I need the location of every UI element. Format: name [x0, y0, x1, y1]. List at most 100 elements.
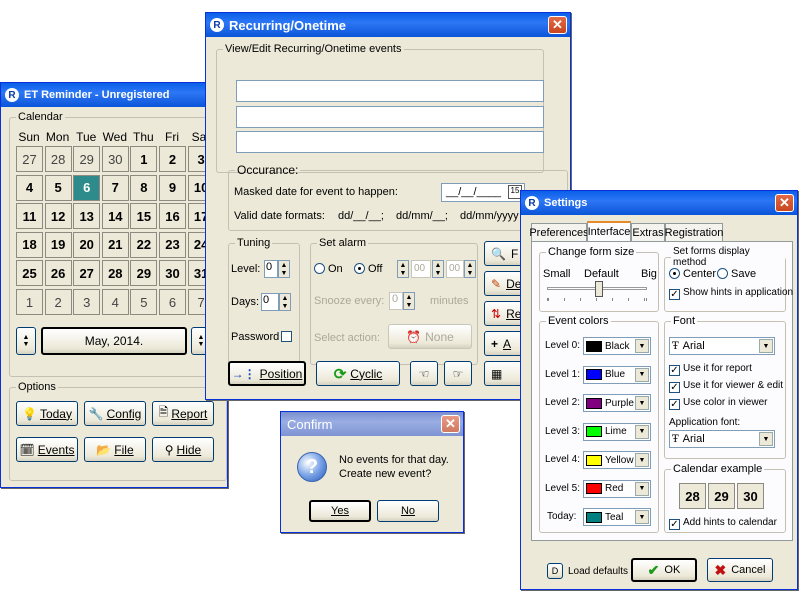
- hide-button[interactable]: ⚲ Hide: [152, 437, 214, 462]
- calendar-day-cell[interactable]: 11: [16, 203, 43, 230]
- tab-interface[interactable]: Interface: [587, 221, 631, 241]
- save-radio[interactable]: Save: [717, 268, 756, 280]
- calendar-day-cell[interactable]: 30: [101, 146, 129, 172]
- recurring-titlebar[interactable]: R Recurring/Onetime ✕: [206, 13, 570, 37]
- alarm-toggle-spinner[interactable]: ▲ ▼: [397, 260, 409, 278]
- slider-thumb[interactable]: [595, 281, 603, 297]
- cancel-button[interactable]: ✖ Cancel: [707, 558, 773, 582]
- center-radio[interactable]: Center: [669, 268, 716, 280]
- alarm-off-radio[interactable]: Off: [354, 263, 382, 275]
- ok-button[interactable]: ✔ OK: [631, 558, 697, 582]
- add-hints-checkbox[interactable]: ✓ Add hints to calendar: [669, 517, 777, 530]
- password-checkbox[interactable]: Password: [231, 331, 295, 343]
- alarm-on-radio[interactable]: On: [314, 263, 343, 275]
- calendar-day-cell[interactable]: 23: [159, 231, 186, 258]
- calendar-day-cell[interactable]: 16: [159, 203, 186, 230]
- calendar-day-cell[interactable]: 2: [44, 289, 72, 315]
- tab-registration[interactable]: Registration: [665, 223, 723, 241]
- close-icon[interactable]: ✕: [548, 16, 567, 34]
- calendar-day-cell[interactable]: 15: [130, 203, 158, 230]
- level-color-select[interactable]: Black ▼: [583, 337, 651, 355]
- use-color-checkbox[interactable]: ✓ Use color in viewer: [669, 397, 767, 410]
- close-icon[interactable]: ✕: [441, 415, 460, 433]
- calendar-day-cell[interactable]: 29: [73, 146, 101, 172]
- cyclic-button[interactable]: ⟳ Cyclic: [316, 361, 400, 386]
- level-color-select[interactable]: Red ▼: [583, 479, 651, 498]
- config-button[interactable]: 🔧 Config: [84, 401, 146, 426]
- calendar-day-cell[interactable]: 27: [16, 146, 43, 172]
- use-viewer-checkbox[interactable]: ✓ Use it for viewer & edit: [669, 380, 783, 393]
- month-prev-spinner[interactable]: ▲ ▼: [16, 327, 36, 355]
- calendar-day-cell[interactable]: 30: [159, 260, 186, 287]
- calendar-day-cell[interactable]: 26: [44, 260, 72, 287]
- calendar-day-cell[interactable]: 19: [44, 231, 72, 258]
- level-color-select[interactable]: Purple ▼: [583, 394, 651, 412]
- alarm-hour-input[interactable]: 00: [411, 260, 431, 278]
- tab-preferences[interactable]: Preferences: [529, 223, 589, 241]
- hand-left-button[interactable]: ☜: [410, 361, 438, 386]
- level-color-select[interactable]: Yellow ▼: [583, 451, 651, 469]
- calendar-day-cell[interactable]: 22: [130, 231, 158, 258]
- calendar-day-cell[interactable]: 1: [130, 146, 158, 172]
- calendar-day-cell[interactable]: 28: [101, 260, 129, 287]
- level-color-select[interactable]: Lime ▼: [583, 422, 651, 441]
- calendar-day-cell[interactable]: 2: [159, 146, 186, 172]
- calendar-day-cell[interactable]: 13: [73, 203, 101, 230]
- alarm-hour-spinner[interactable]: ▲ ▼: [432, 260, 444, 278]
- event-line-3[interactable]: [236, 131, 544, 153]
- level-color-select[interactable]: Blue ▼: [583, 365, 651, 384]
- load-defaults-button[interactable]: D Load defaults: [547, 563, 628, 579]
- alarm-min-spinner[interactable]: ▲ ▼: [464, 260, 476, 278]
- use-report-checkbox[interactable]: ✓ Use it for report: [669, 363, 752, 376]
- calendar-day-cell[interactable]: 5: [130, 289, 158, 315]
- level-color-select[interactable]: Teal ▼: [583, 508, 651, 526]
- calendar-day-cell[interactable]: 14: [101, 203, 129, 230]
- snooze-spinner[interactable]: ▲ ▼: [403, 292, 415, 310]
- file-button[interactable]: 📂 File: [84, 437, 146, 462]
- alarm-min-input[interactable]: 00: [446, 260, 464, 278]
- calendar-day-cell[interactable]: 9: [159, 174, 186, 201]
- position-button[interactable]: →⋮ Position: [228, 361, 306, 386]
- level-spinner[interactable]: ▲ ▼: [278, 260, 290, 278]
- calendar-day-cell[interactable]: 20: [73, 231, 101, 258]
- calendar-day-cell[interactable]: 7: [101, 174, 129, 201]
- event-line-2[interactable]: [236, 106, 544, 128]
- calendar-day-cell[interactable]: 25: [16, 260, 43, 287]
- close-icon[interactable]: ✕: [775, 194, 794, 212]
- calendar-day-cell[interactable]: 3: [73, 289, 101, 315]
- calendar-day-cell[interactable]: 27: [73, 260, 101, 287]
- calendar-day-cell[interactable]: 1: [16, 289, 43, 315]
- calendar-day-cell[interactable]: 4: [101, 289, 129, 315]
- show-hints-checkbox[interactable]: ✓ Show hints in application: [669, 287, 793, 300]
- calendar-day-cell[interactable]: 18: [16, 231, 43, 258]
- et-reminder-titlebar[interactable]: R ET Reminder - Unregistered: [1, 83, 227, 107]
- calendar-day-cell[interactable]: 29: [130, 260, 158, 287]
- event-line-1[interactable]: [236, 80, 544, 102]
- none-action-button[interactable]: ⏰ None: [388, 324, 472, 349]
- calendar-day-cell[interactable]: 21: [101, 231, 129, 258]
- month-button[interactable]: May, 2014.: [41, 327, 187, 355]
- days-spinner[interactable]: ▲ ▼: [279, 293, 291, 311]
- hand-right-button[interactable]: ☞: [444, 361, 472, 386]
- confirm-titlebar[interactable]: Confirm ✕: [281, 412, 463, 436]
- load-defaults-key[interactable]: D: [547, 563, 563, 579]
- days-input[interactable]: 0: [261, 293, 279, 311]
- calendar-day-today[interactable]: 6: [73, 174, 101, 201]
- font-select[interactable]: Ŧ Arial ▼: [669, 337, 775, 355]
- form-size-slider[interactable]: [547, 281, 647, 303]
- calendar-day-cell[interactable]: 5: [44, 174, 72, 201]
- calendar-day-cell[interactable]: 12: [44, 203, 72, 230]
- no-button[interactable]: No: [377, 500, 439, 522]
- yes-button[interactable]: Yes: [309, 500, 371, 522]
- level-input[interactable]: 0: [264, 260, 278, 278]
- calendar-day-cell[interactable]: 4: [16, 174, 43, 201]
- snooze-input[interactable]: 0: [389, 292, 403, 310]
- calendar-day-cell[interactable]: 28: [44, 146, 72, 172]
- app-font-select[interactable]: Ŧ Arial ▼: [669, 430, 775, 448]
- calendar-day-cell[interactable]: 6: [159, 289, 186, 315]
- calendar-day-cell[interactable]: 8: [130, 174, 158, 201]
- report-button[interactable]: 🗎 Report: [152, 401, 214, 426]
- events-button[interactable]: 🗓 Events: [16, 437, 78, 462]
- tab-extras[interactable]: Extras: [631, 223, 665, 241]
- settings-titlebar[interactable]: R Settings ✕: [521, 191, 797, 215]
